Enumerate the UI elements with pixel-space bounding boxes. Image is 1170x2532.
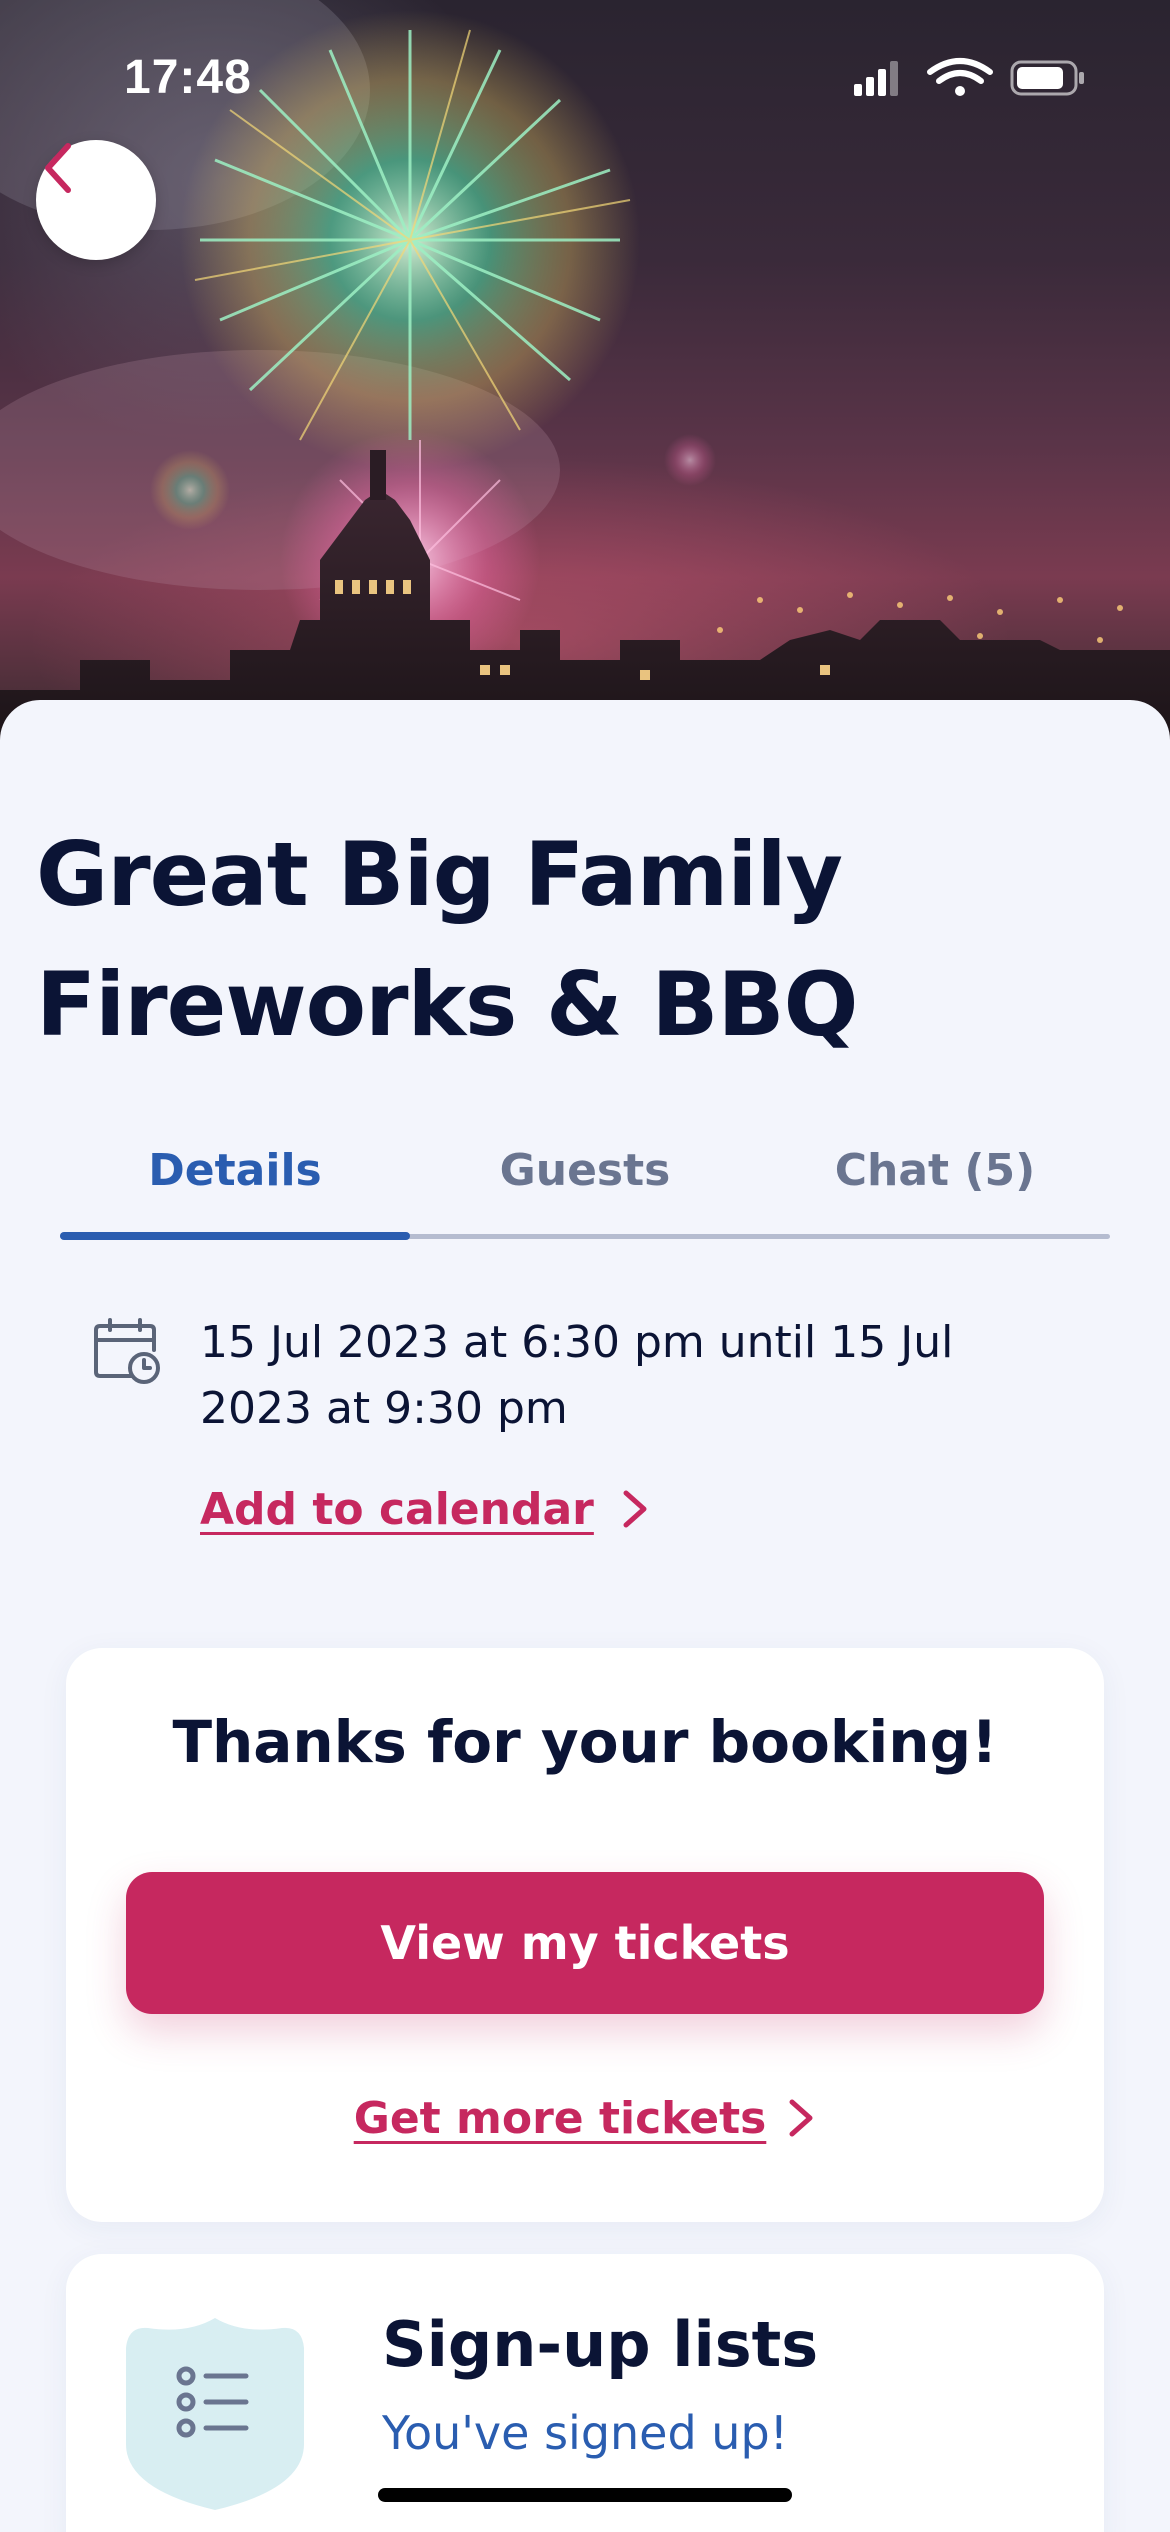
signup-lists-title: Sign-up lists — [382, 2308, 819, 2381]
status-time: 17:48 — [124, 51, 252, 104]
wifi-icon — [927, 58, 993, 96]
get-more-tickets-label: Get more tickets — [353, 2092, 767, 2144]
event-title: Great Big Family Fireworks & BBQ — [36, 823, 858, 1056]
add-to-calendar-label: Add to calendar — [200, 1483, 594, 1535]
tab-guests[interactable]: Guests — [410, 1120, 760, 1220]
signup-status: You've signed up! — [382, 2406, 789, 2460]
status-icons — [850, 56, 1090, 100]
back-button[interactable] — [36, 140, 156, 260]
tab-chat[interactable]: Chat (5) — [760, 1120, 1110, 1220]
tab-bar: Details Guests Chat (5) — [60, 1120, 1110, 1240]
checklist-icon — [122, 2314, 308, 2514]
event-hero-image: 17:48 — [0, 0, 1170, 740]
cellular-signal-icon — [854, 61, 898, 96]
event-date-range: 15 Jul 2023 at 6:30 pm until 15 Jul 2023… — [200, 1317, 954, 1434]
view-my-tickets-button[interactable]: View my tickets — [126, 1872, 1044, 2014]
chevron-right-icon — [623, 1490, 647, 1528]
calendar-clock-icon — [92, 1316, 164, 1388]
add-to-calendar-link[interactable]: Add to calendar — [200, 1474, 650, 1544]
status-bar: 17:48 — [0, 0, 1170, 150]
booking-confirmation-title: Thanks for your booking! — [172, 1708, 998, 1776]
get-more-tickets-link[interactable]: Get more tickets — [66, 2078, 1104, 2158]
battery-icon — [1010, 60, 1084, 96]
chevron-left-icon — [45, 143, 71, 193]
chevron-right-icon — [789, 2099, 813, 2137]
tab-details[interactable]: Details — [60, 1120, 410, 1220]
home-indicator — [378, 2488, 792, 2502]
booking-card: Thanks for your booking! View my tickets… — [66, 1648, 1104, 2222]
tab-active-indicator — [60, 1232, 410, 1240]
